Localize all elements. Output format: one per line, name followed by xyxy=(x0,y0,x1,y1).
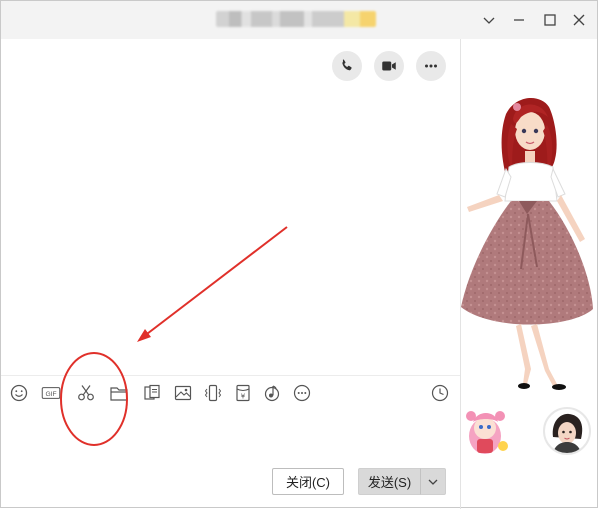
annotation-arrow xyxy=(142,226,288,338)
annotation-overlay xyxy=(60,226,288,446)
annotation-circle xyxy=(60,352,128,446)
chat-window: GIF ¥ 关闭(C) 发送(S) xyxy=(0,0,598,509)
annotation-arrowhead xyxy=(137,329,151,342)
